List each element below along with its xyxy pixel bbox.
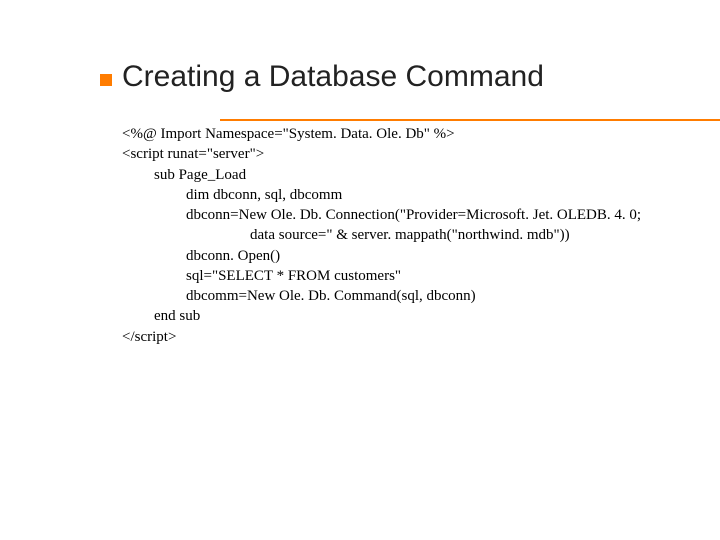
code-line: <script runat="server"> (122, 144, 720, 164)
code-line: dbcomm=New Ole. Db. Command(sql, dbconn) (122, 286, 720, 306)
title-text: Creating a Database Command (122, 60, 544, 94)
code-block: <%@ Import Namespace="System. Data. Ole.… (122, 124, 720, 347)
code-line: dbconn. Open() (122, 246, 720, 266)
code-line: data source=" & server. mappath("northwi… (122, 225, 720, 245)
bullet-icon (100, 74, 112, 86)
code-line: dim dbconn, sql, dbcomm (122, 185, 720, 205)
code-line: end sub (122, 306, 720, 326)
title-underline (220, 119, 720, 121)
code-line: dbconn=New Ole. Db. Connection("Provider… (122, 205, 720, 225)
code-line: sql="SELECT * FROM customers" (122, 266, 720, 286)
code-line: </script> (122, 327, 720, 347)
code-line: sub Page_Load (122, 165, 720, 185)
slide-title: Creating a Database Command (100, 60, 720, 94)
code-line: <%@ Import Namespace="System. Data. Ole.… (122, 124, 720, 144)
